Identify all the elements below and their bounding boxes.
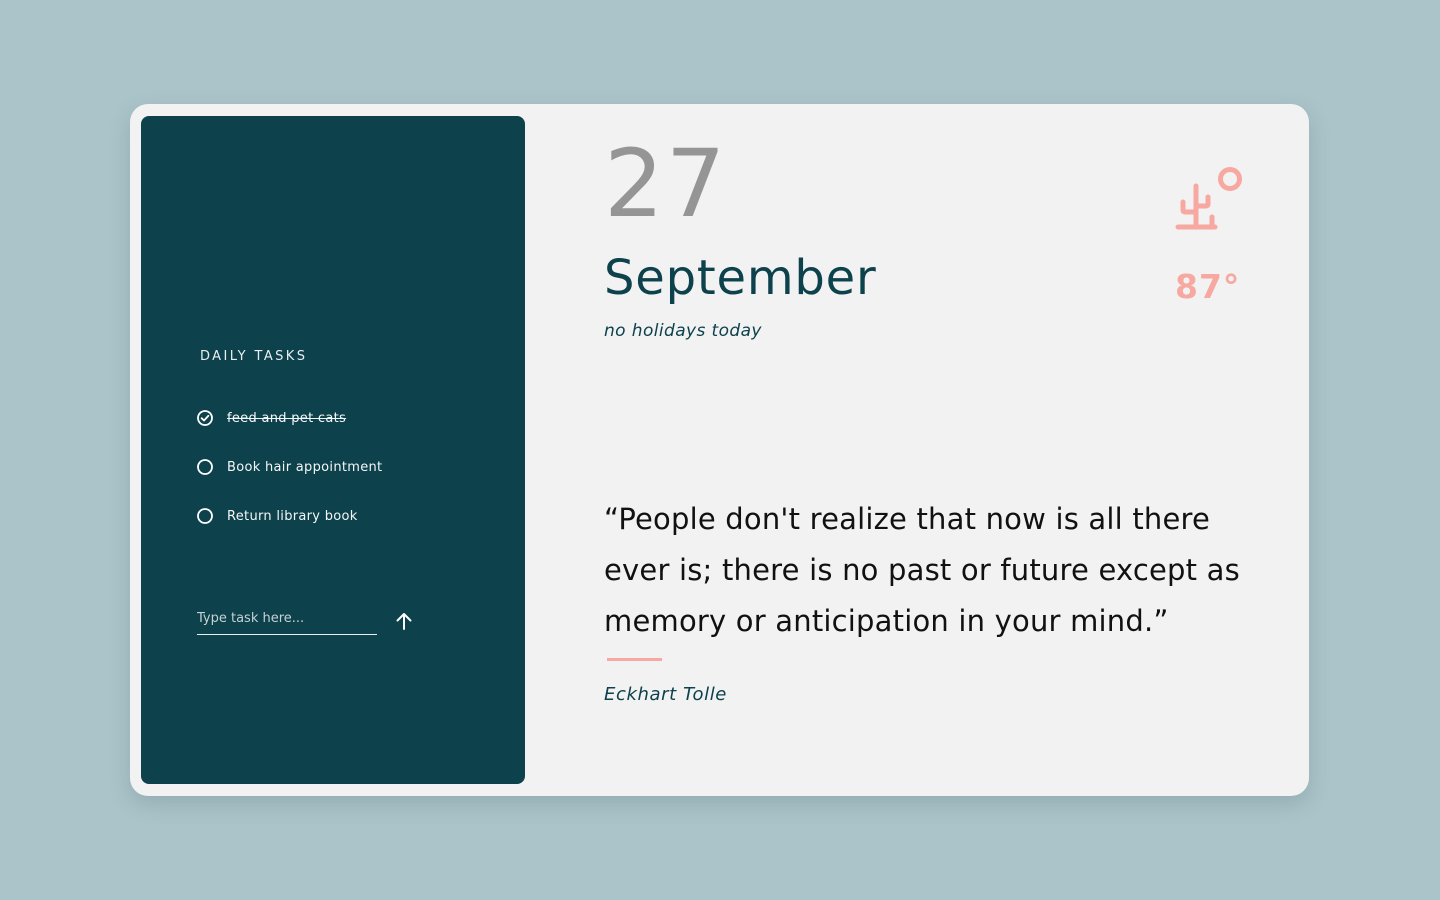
tasks-sidebar: DAILY TASKS feed and pet cats Book hair … [141,116,525,784]
arrow-up-icon [392,613,416,636]
tasks-heading: DAILY TASKS [200,349,308,364]
quote-divider [607,658,662,661]
desert-cactus-sun-icon [1173,162,1245,234]
task-label: Book hair appointment [227,459,383,475]
dashboard-card: DAILY TASKS feed and pet cats Book hair … [130,104,1309,796]
new-task-input[interactable] [197,601,377,635]
holiday-text: no holidays today [604,321,762,341]
unchecked-circle-icon[interactable] [196,458,214,476]
unchecked-circle-icon[interactable] [196,507,214,525]
new-task-form [197,601,412,635]
task-item[interactable]: Return library book [196,504,382,528]
day-number: 27 [604,130,728,239]
checked-circle-icon[interactable] [196,409,214,427]
task-label: feed and pet cats [227,410,347,426]
temperature: 87° [1175,267,1241,306]
month-name: September [604,250,877,306]
task-item[interactable]: feed and pet cats [196,406,382,430]
task-item[interactable]: Book hair appointment [196,455,382,479]
add-task-button[interactable] [392,609,416,633]
quote-text: “People don't realize that now is all th… [604,502,1240,638]
task-list: feed and pet cats Book hair appointment … [196,406,382,553]
task-label: Return library book [227,508,358,524]
quote-author: Eckhart Tolle [604,684,727,705]
